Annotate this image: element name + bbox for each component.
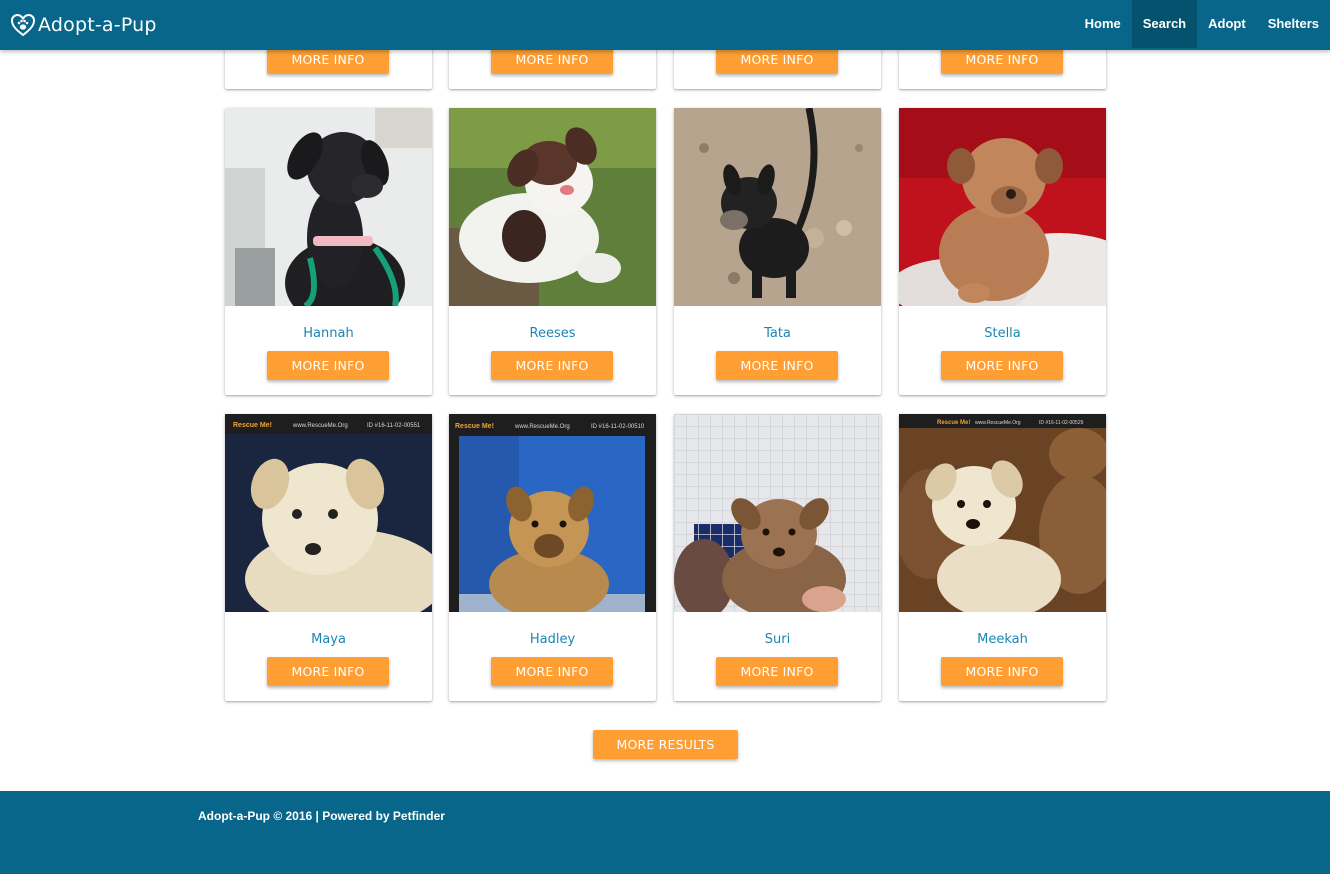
pup-photo-image [225,108,432,306]
pup-name[interactable]: Tata [674,326,881,341]
pup-photo[interactable]: Rescue Me! www.RescueMe.Org ID #16-11-02… [899,414,1106,612]
nav-links: Home Search Adopt Shelters [1074,0,1330,50]
more-info-button[interactable]: MORE INFO [941,657,1063,686]
heart-paw-icon [10,13,36,37]
pup-photo-image [899,108,1106,306]
pup-name[interactable]: Hannah [225,326,432,341]
footer: Adopt-a-Pup © 2016 | Powered by Petfinde… [0,791,1330,874]
pup-card: Reeses MORE INFO [449,108,656,395]
banner-mid: www.RescueMe.Org [292,423,348,429]
more-results-button[interactable]: MORE RESULTS [593,730,738,759]
banner-left: Rescue Me! [937,420,970,426]
banner-mid: www.RescueMe.Org [514,424,570,430]
brand-link[interactable]: Adopt-a-Pup [10,10,157,40]
pup-photo-image [674,414,881,612]
more-info-button[interactable]: MORE INFO [491,351,613,380]
banner-right: ID #16-11-02-00551 [367,423,421,429]
more-info-button[interactable]: MORE INFO [267,351,389,380]
pup-card: Hannah MORE INFO [225,108,432,395]
pup-photo[interactable]: Rescue Me! www.RescueMe.Org ID #16-11-02… [449,414,656,612]
banner-left: Rescue Me! [455,423,494,430]
pup-card: Suri MORE INFO [674,414,881,701]
pup-photo[interactable] [899,108,1106,306]
pup-card: Tata MORE INFO [674,108,881,395]
navbar: Adopt-a-Pup Home Search Adopt Shelters [0,0,1330,50]
pup-photo[interactable] [225,108,432,306]
banner-right: ID #16-11-02-00529 [1039,420,1084,426]
pup-name[interactable]: Reeses [449,326,656,341]
footer-text: Adopt-a-Pup © 2016 | Powered by Petfinde… [198,809,445,823]
pup-card: Rescue Me! www.RescueMe.Org ID #16-11-02… [899,414,1106,701]
nav-shelters[interactable]: Shelters [1257,0,1330,48]
nav-adopt[interactable]: Adopt [1197,0,1257,48]
pup-name[interactable]: Maya [225,632,432,647]
pup-name[interactable]: Suri [674,632,881,647]
pup-card: Rescue Me! www.RescueMe.Org ID #16-11-02… [225,414,432,701]
pup-photo-image: Rescue Me! www.RescueMe.Org ID #16-11-02… [225,414,432,612]
more-info-button[interactable]: MORE INFO [716,657,838,686]
nav-home[interactable]: Home [1074,0,1132,48]
nav-search[interactable]: Search [1131,0,1198,48]
pup-photo-image: Rescue Me! www.RescueMe.Org ID #16-11-02… [449,414,656,612]
pup-name[interactable]: Meekah [899,632,1106,647]
pup-photo-image: Rescue Me! www.RescueMe.Org ID #16-11-02… [899,414,1106,612]
more-info-button[interactable]: MORE INFO [491,657,613,686]
banner-left: Rescue Me! [233,422,272,429]
pup-name[interactable]: Hadley [449,632,656,647]
more-info-button[interactable]: MORE INFO [716,351,838,380]
banner-right: ID #16-11-02-00510 [591,424,645,430]
banner-mid: www.RescueMe.Org [975,420,1021,426]
more-info-button[interactable]: MORE INFO [267,657,389,686]
pup-photo[interactable] [449,108,656,306]
pup-name[interactable]: Stella [899,326,1106,341]
brand-name: Adopt-a-Pup [38,14,157,36]
pup-photo-image [449,108,656,306]
pup-photo[interactable] [674,108,881,306]
pup-card: Stella MORE INFO [899,108,1106,395]
pup-photo[interactable] [674,414,881,612]
more-info-button[interactable]: MORE INFO [941,351,1063,380]
pup-photo-image [674,108,881,306]
pup-card: Rescue Me! www.RescueMe.Org ID #16-11-02… [449,414,656,701]
pup-photo[interactable]: Rescue Me! www.RescueMe.Org ID #16-11-02… [225,414,432,612]
